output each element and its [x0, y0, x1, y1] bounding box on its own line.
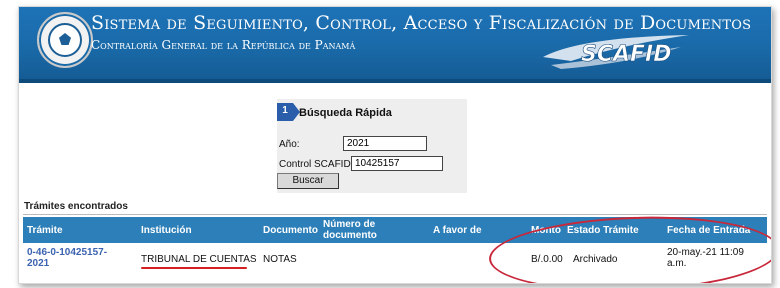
documento-cell: NOTAS	[263, 254, 297, 265]
column-header-tramite: Trámite	[27, 225, 63, 236]
control-scafid-label: Control SCAFID:	[279, 159, 354, 170]
control-scafid-input[interactable]: 10425157	[351, 156, 443, 171]
scafid-logo-text: SCAFID	[581, 42, 672, 67]
government-seal-icon	[37, 12, 93, 68]
results-divider	[23, 214, 767, 215]
column-header-numero-documento: Número de documento	[323, 219, 377, 241]
quick-search-title: Búsqueda Rápida	[299, 107, 392, 119]
year-label: Año:	[279, 139, 300, 150]
column-header-a-favor-de: A favor de	[433, 225, 482, 236]
institucion-cell: TRIBUNAL DE CUENTAS	[141, 254, 257, 265]
red-underline-annotation	[141, 267, 247, 269]
header-banner: Sistema de Seguimiento, Control, Acceso …	[19, 7, 771, 79]
quick-search-panel: 1 Búsqueda Rápida Año: 2021 Control SCAF…	[277, 99, 467, 193]
system-subtitle: Contraloría General de la República de P…	[91, 38, 356, 52]
column-header-documento: Documento	[263, 225, 318, 236]
column-header-institucion: Institución	[141, 225, 192, 236]
banner-divider	[19, 79, 771, 83]
tramite-link[interactable]: 0-46-0-10425157-2021	[27, 247, 119, 269]
results-section-title: Trámites encontrados	[24, 201, 128, 212]
year-input[interactable]: 2021	[343, 136, 427, 151]
scafid-logo: SCAFID	[543, 35, 689, 69]
search-button[interactable]: Buscar	[277, 173, 339, 189]
screenshot-frame: Sistema de Seguimiento, Control, Acceso …	[18, 6, 772, 284]
step-badge: 1	[277, 103, 293, 121]
